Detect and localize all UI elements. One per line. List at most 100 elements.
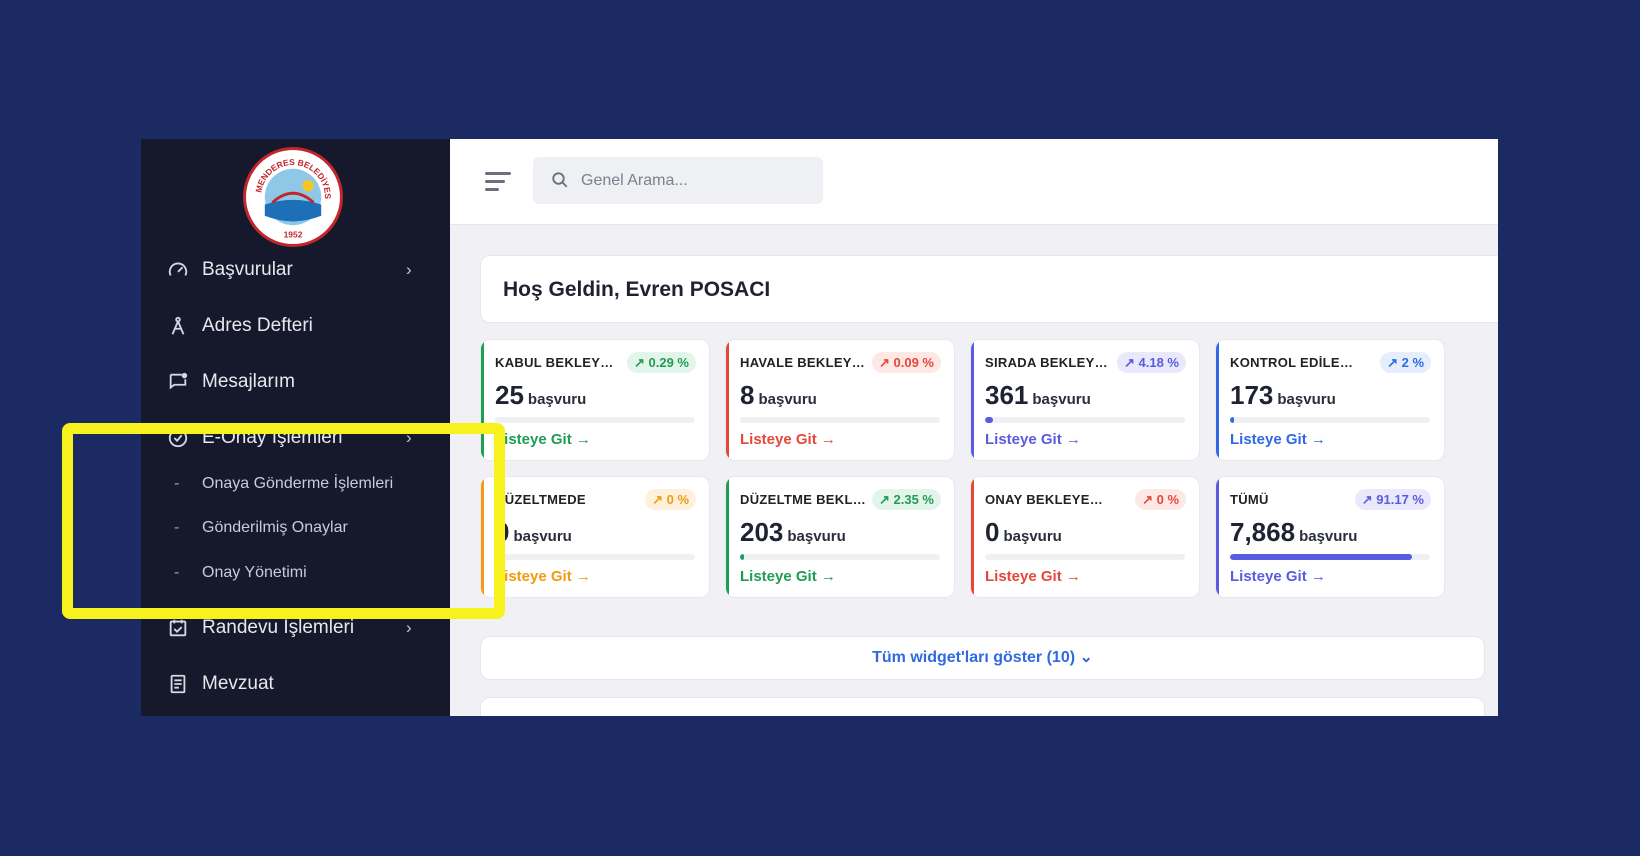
progress-fill bbox=[1230, 554, 1412, 560]
calendar-check-icon bbox=[167, 617, 189, 639]
show-all-widgets-button[interactable]: Tüm widget'ları göster (10) ⌄ bbox=[480, 636, 1485, 680]
speedometer-icon bbox=[167, 259, 189, 281]
search-box[interactable] bbox=[533, 157, 823, 204]
search-icon bbox=[551, 171, 569, 189]
sidebar-item-label: Adres Defteri bbox=[202, 315, 313, 336]
document-list-icon bbox=[167, 673, 189, 695]
card-accent bbox=[1216, 340, 1219, 460]
card-value: 7,868 bbox=[1230, 517, 1296, 547]
card-unit: başvuru bbox=[787, 528, 846, 545]
card-value: 173 bbox=[1230, 380, 1274, 410]
card-value: 25 bbox=[495, 380, 524, 410]
progress-fill bbox=[740, 554, 744, 560]
trend-badge: ↗ 0.29 % bbox=[627, 352, 696, 373]
progress-track bbox=[740, 417, 940, 423]
sidebar-item-label: Başvurular bbox=[202, 259, 293, 280]
progress-track bbox=[985, 554, 1185, 560]
card-value: 8 bbox=[740, 380, 755, 410]
card-accent bbox=[726, 477, 729, 597]
sidebar-item-label: Randevu İşlemleri bbox=[202, 617, 355, 638]
trend-badge: ↗ 4.18 % bbox=[1117, 352, 1186, 373]
progress-fill bbox=[985, 417, 993, 423]
sidebar-item-mevzuat[interactable]: Mevzuat bbox=[141, 664, 450, 704]
list-link[interactable]: Listeye Git → bbox=[1230, 568, 1326, 585]
card-title: KONTROL EDİLENLER bbox=[1230, 355, 1356, 370]
content-card bbox=[480, 697, 1485, 716]
welcome-title: Hoş Geldin, Evren POSACI bbox=[503, 278, 771, 301]
trend-badge: ↗ 0.09 % bbox=[872, 352, 941, 373]
card-unit: başvuru bbox=[758, 391, 817, 408]
list-link[interactable]: Listeye Git → bbox=[1230, 431, 1326, 448]
card-value-line: 7,868 başvuru bbox=[1230, 517, 1357, 548]
card-accent bbox=[971, 477, 974, 597]
card-value-line: 0 başvuru bbox=[985, 517, 1062, 548]
card-title: TÜMÜ bbox=[1230, 492, 1269, 507]
stat-card: ONAY BEKLEYENLER ↗ 0 % 0başvuru Listeye Git… bbox=[970, 476, 1200, 598]
welcome-card: Hoş Geldin, Evren POSACI bbox=[480, 255, 1498, 323]
card-value-line: 203 başvuru bbox=[740, 517, 846, 548]
message-icon bbox=[167, 371, 189, 393]
list-link[interactable]: Listeye Git → bbox=[495, 431, 591, 448]
list-link[interactable]: Listeye Git → bbox=[985, 568, 1081, 585]
card-value-line: 8 başvuru bbox=[740, 380, 817, 411]
stat-card: HAVALE BEKLEYENLER ↗ 0.09 % 8başvuru Listey… bbox=[725, 339, 955, 461]
list-link[interactable]: Listeye Git → bbox=[985, 431, 1081, 448]
list-link[interactable]: Listeye Git → bbox=[740, 568, 836, 585]
sidebar-item-label: Mevzuat bbox=[202, 673, 274, 694]
list-link[interactable]: Listeye Git → bbox=[495, 568, 591, 585]
progress-track bbox=[495, 417, 695, 423]
trend-badge: ↗ 91.17 % bbox=[1354, 489, 1431, 510]
sidebar-item-adres-defteri[interactable]: Adres Defteri bbox=[141, 306, 450, 346]
stat-card: DÜZELTME BEKLEYENLER ↗ 2.35 % 203başvuru Li… bbox=[725, 476, 955, 598]
sidebar-item-basvurular[interactable]: Başvurular › bbox=[141, 250, 450, 290]
card-title: DÜZELTME BEKLEYENLER bbox=[740, 492, 866, 507]
sidebar-item-mesajlarim[interactable]: Mesajlarım bbox=[141, 362, 450, 402]
trend-badge: ↗ 0 % bbox=[1135, 489, 1186, 510]
card-value-line: 0 başvuru bbox=[495, 517, 572, 548]
chevron-right-icon: › bbox=[406, 618, 412, 637]
card-value-line: 25 başvuru bbox=[495, 380, 586, 411]
highlight-box bbox=[62, 423, 505, 619]
card-unit: başvuru bbox=[1299, 528, 1358, 545]
card-title: KABUL BEKLEYENLER bbox=[495, 355, 621, 370]
list-link[interactable]: Listeye Git → bbox=[740, 431, 836, 448]
compass-icon bbox=[167, 315, 189, 337]
progress-fill bbox=[1230, 417, 1234, 423]
card-accent bbox=[971, 340, 974, 460]
card-unit: başvuru bbox=[1032, 391, 1091, 408]
search-input[interactable] bbox=[581, 157, 816, 204]
trend-badge: ↗ 2 % bbox=[1380, 352, 1431, 373]
stat-card: DÜZELTMEDE ↗ 0 % 0 başvuru Listeye Git → bbox=[480, 476, 710, 598]
stat-card: KABUL BEKLEYENLER ↗ 0.29 % 25başvuru Listey… bbox=[480, 339, 710, 461]
card-unit: başvuru bbox=[527, 391, 587, 408]
card-value: 203 bbox=[740, 517, 784, 547]
card-title: ONAY BEKLEYENLER bbox=[985, 492, 1111, 507]
card-value-line: 173 başvuru bbox=[1230, 380, 1336, 411]
trend-badge: ↗ 0 % bbox=[645, 489, 696, 510]
svg-text:1952: 1952 bbox=[284, 229, 303, 239]
menu-toggle-icon[interactable] bbox=[485, 172, 511, 192]
stat-card: SIRADA BEKLEYENLER ↗ 4.18 % 361başvuru List… bbox=[970, 339, 1200, 461]
card-value-line: 361 başvuru bbox=[985, 380, 1091, 411]
progress-track bbox=[1230, 554, 1430, 560]
card-accent bbox=[726, 340, 729, 460]
chevron-right-icon: › bbox=[406, 260, 412, 279]
card-unit: başvuru bbox=[1277, 391, 1336, 408]
progress-track bbox=[495, 554, 695, 560]
progress-track bbox=[1230, 417, 1430, 423]
card-accent bbox=[1216, 477, 1219, 597]
card-unit: başvuru bbox=[513, 528, 572, 545]
card-value: 0 bbox=[985, 517, 1000, 547]
trend-badge: ↗ 2.35 % bbox=[872, 489, 941, 510]
stat-card: TÜMÜ ↗ 91.17 % 7,868 başvuru Listeye Git → bbox=[1215, 476, 1445, 598]
stat-card: KONTROL EDİLENLER ↗ 2 % 173başvuru Listeye … bbox=[1215, 339, 1445, 461]
card-unit: başvuru bbox=[1003, 528, 1062, 545]
municipality-logo[interactable]: MENDERES BELEDİYESİ 1952 bbox=[243, 142, 343, 247]
progress-track bbox=[985, 417, 1185, 423]
sidebar-item-label: Mesajlarım bbox=[202, 371, 295, 392]
card-title: SIRADA BEKLEYENLER bbox=[985, 355, 1111, 370]
card-title: DÜZELTMEDE bbox=[495, 492, 586, 507]
top-bar bbox=[450, 139, 1498, 225]
card-value: 361 bbox=[985, 380, 1029, 410]
progress-track bbox=[740, 554, 940, 560]
